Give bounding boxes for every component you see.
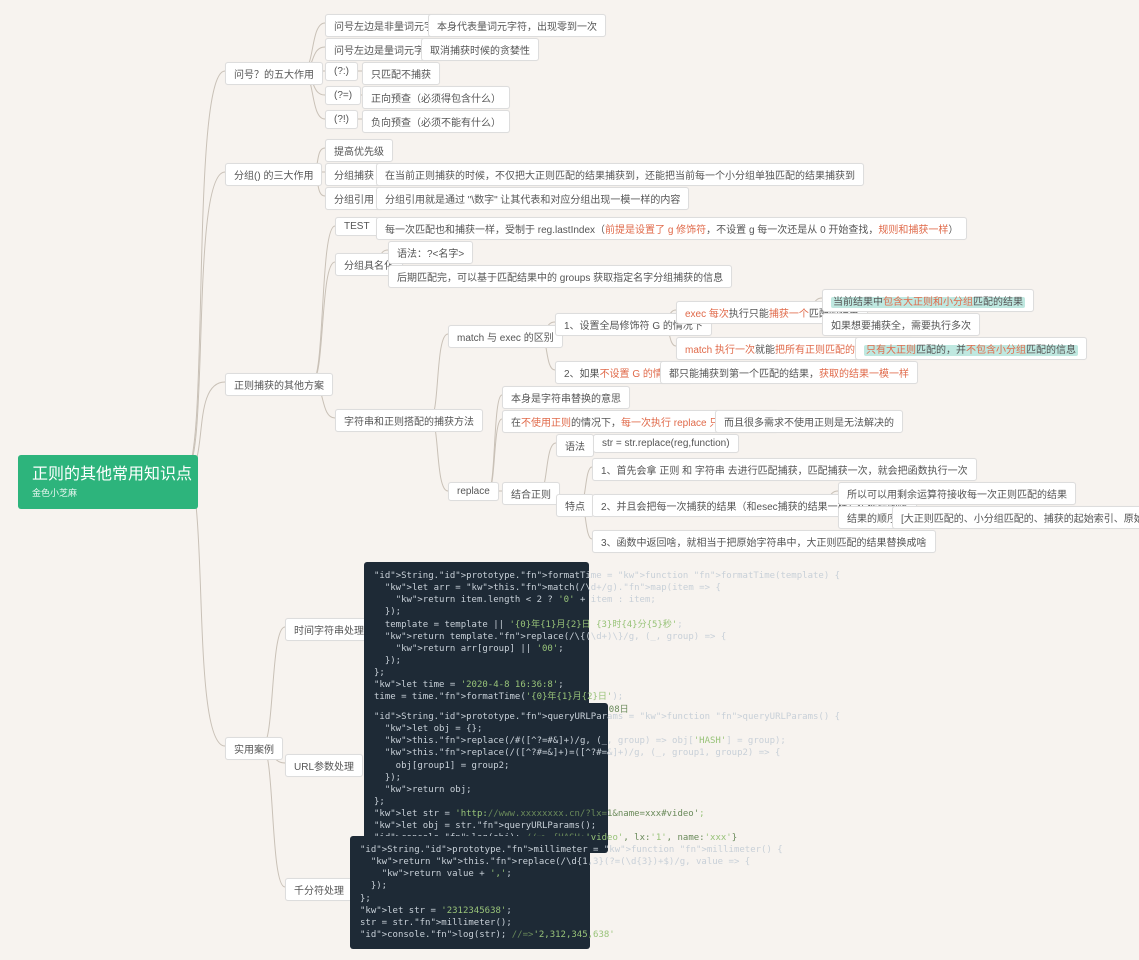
cap-test-desc[interactable]: 每一次匹配也和捕获一样，受制于 reg.lastIndex（前提是设置了 g 修… bbox=[376, 217, 967, 240]
y1: 匹配的，并 bbox=[916, 345, 966, 356]
cap-me1b-r[interactable]: 只有大正则匹配的，并不包含小分组匹配的信息 bbox=[855, 337, 1087, 360]
cap-feat[interactable]: 特点 bbox=[556, 494, 594, 517]
g-r1[interactable]: 提高优先级 bbox=[325, 139, 393, 162]
t2: ，不设置 g 每一次还是从 0 开始查找， bbox=[706, 225, 878, 236]
cap-strm[interactable]: 字符串和正则搭配的捕获方法 bbox=[335, 409, 483, 432]
g-r3b[interactable]: 分组引用就是通过 "\数字" 让其代表和对应分组出现一模一样的内容 bbox=[376, 187, 689, 210]
cap-me[interactable]: match 与 exec 的区别 bbox=[448, 325, 563, 348]
code-time: "id">String."id">prototype."fn">formatTi… bbox=[364, 562, 589, 724]
x2: 匹配的结果 bbox=[973, 297, 1023, 308]
m2d: 获取的结果一模一样 bbox=[819, 369, 909, 380]
cap-syntax-b[interactable]: str = str.replace(reg,function) bbox=[593, 434, 739, 453]
cap-f1[interactable]: 1、首先会拿 正则 和 字符串 去进行匹配捕获，匹配捕获一次，就会把函数执行一次 bbox=[592, 458, 977, 481]
cap-f2a[interactable]: 所以可以用剩余运算符接收每一次正则匹配的结果 bbox=[838, 482, 1076, 505]
cap-me1a-r2[interactable]: 如果想要捕获全，需要执行多次 bbox=[822, 313, 980, 336]
x0: 当前结果中 bbox=[833, 297, 883, 308]
x1: 包含大正则和小分组 bbox=[883, 297, 973, 308]
y0: 只有大正则 bbox=[866, 345, 916, 356]
cap-comb[interactable]: 结合正则 bbox=[502, 482, 560, 505]
b1: 就能 bbox=[755, 345, 775, 356]
y3: 匹配的信息 bbox=[1026, 345, 1076, 356]
q-r4b[interactable]: 正向预查（必须得包含什么） bbox=[362, 86, 510, 109]
branch-question[interactable]: 问号？的五大作用 bbox=[225, 62, 323, 85]
rb1: 不使用正则 bbox=[521, 418, 571, 429]
cap-syntax-a[interactable]: 语法 bbox=[556, 434, 594, 457]
code-url: "id">String."id">prototype."fn">queryURL… bbox=[364, 703, 608, 853]
a1: 执行只能 bbox=[729, 309, 769, 320]
cap-f2c[interactable]: [大正则匹配的、小分组匹配的、捕获的起始索引、原始字符串…] bbox=[892, 506, 1139, 529]
branch-capture[interactable]: 正则捕获的其他方案 bbox=[225, 373, 333, 396]
q-r5b[interactable]: 负向预查（必须不能有什么） bbox=[362, 110, 510, 133]
t3: 规则和捕获一样 bbox=[878, 225, 948, 236]
ex-time[interactable]: 时间字符串处理 bbox=[285, 618, 373, 641]
g-r2a[interactable]: 分组捕获 bbox=[325, 163, 383, 186]
t1: 前提是设置了 g 修饰符 bbox=[605, 225, 706, 236]
g-r3a[interactable]: 分组引用 bbox=[325, 187, 383, 210]
cap-rep-bb[interactable]: 而且很多需求不使用正则是无法解决的 bbox=[715, 410, 903, 433]
root-subtitle: 金色小芝麻 bbox=[32, 488, 184, 500]
g-r2b[interactable]: 在当前正则捕获的时候，不仅把大正则匹配的结果捕获到，还能把当前每一个小分组单独匹… bbox=[376, 163, 864, 186]
ex-thou[interactable]: 千分符处理 bbox=[285, 878, 353, 901]
cap-f3[interactable]: 3、函数中返回啥，就相当于把原始字符串中，大正则匹配的结果替换成啥 bbox=[592, 530, 936, 553]
root-title: 正则的其他常用知识点 bbox=[32, 465, 184, 486]
q-r1b[interactable]: 本身代表量词元字符，出现零到一次 bbox=[428, 14, 606, 37]
m2c: 都只能捕获到第一个匹配的结果， bbox=[669, 369, 819, 380]
a0: exec 每次 bbox=[685, 309, 729, 320]
rb2: 的情况下， bbox=[571, 418, 621, 429]
ex-url[interactable]: URL参数处理 bbox=[285, 754, 363, 777]
t0: 每一次匹配也和捕获一样，受制于 reg.lastIndex（ bbox=[385, 225, 605, 236]
cap-me1a-r1[interactable]: 当前结果中包含大正则和小分组匹配的结果 bbox=[822, 289, 1034, 312]
cap-named-b[interactable]: 后期匹配完，可以基于匹配结果中的 groups 获取指定名字分组捕获的信息 bbox=[388, 265, 732, 288]
code-thou: "id">String."id">prototype."fn">millimet… bbox=[350, 836, 590, 949]
cap-rep-a[interactable]: 本身是字符串替换的意思 bbox=[502, 386, 630, 409]
q-r5a[interactable]: (?!) bbox=[325, 110, 358, 129]
q-r3a[interactable]: (?:) bbox=[325, 62, 358, 81]
y2: 不包含小分组 bbox=[966, 345, 1026, 356]
a2: 捕获一个 bbox=[769, 309, 809, 320]
cap-me2-r[interactable]: 都只能捕获到第一个匹配的结果，获取的结果一模一样 bbox=[660, 361, 918, 384]
q-r2b[interactable]: 取消捕获时候的贪婪性 bbox=[421, 38, 539, 61]
q-r4a[interactable]: (?=) bbox=[325, 86, 361, 105]
branch-group[interactable]: 分组() 的三大作用 bbox=[225, 163, 322, 186]
cap-named-a[interactable]: 语法：?<名字> bbox=[388, 241, 473, 264]
root[interactable]: 正则的其他常用知识点 金色小芝麻 bbox=[18, 455, 198, 509]
b0: match 执行一次 bbox=[685, 345, 755, 356]
m2a: 2、如果 bbox=[564, 369, 600, 380]
rb0: 在 bbox=[511, 418, 521, 429]
q-r3b[interactable]: 只匹配不捕获 bbox=[362, 62, 440, 85]
cap-rep[interactable]: replace bbox=[448, 482, 499, 501]
branch-examples[interactable]: 实用案例 bbox=[225, 737, 283, 760]
t4: ） bbox=[948, 225, 958, 236]
cap-test[interactable]: TEST bbox=[335, 217, 379, 236]
